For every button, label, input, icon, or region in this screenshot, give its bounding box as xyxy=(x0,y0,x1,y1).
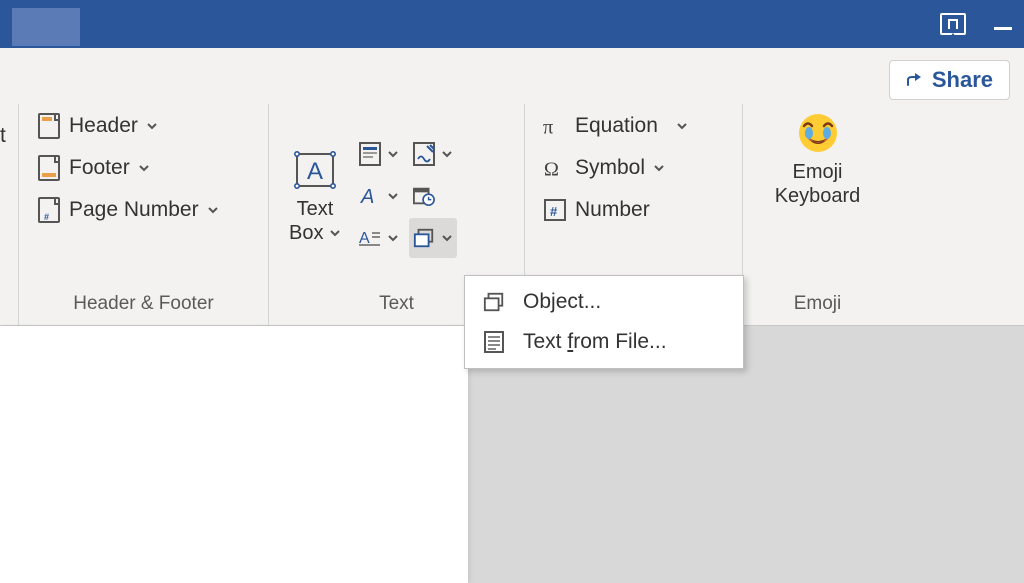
footer-button[interactable]: Footer xyxy=(31,148,225,188)
minimize-icon xyxy=(994,27,1012,30)
header-label: Header xyxy=(69,114,138,138)
document-page[interactable] xyxy=(0,326,468,583)
svg-text:A: A xyxy=(360,186,374,207)
object-dropdown: Object... Text from File... xyxy=(464,275,744,369)
chevron-down-icon xyxy=(387,190,399,202)
wordart-button[interactable]: A xyxy=(355,176,403,216)
svg-text:Ω: Ω xyxy=(544,158,559,180)
svg-text:A: A xyxy=(307,158,323,185)
emoji-label2: Keyboard xyxy=(775,184,861,208)
text-file-icon xyxy=(483,331,505,353)
group-label-header-footer: Header & Footer xyxy=(31,285,256,325)
drop-cap-icon: A xyxy=(359,227,381,249)
object-menu-label: Object... xyxy=(523,290,601,314)
equation-button[interactable]: π Equation xyxy=(537,106,694,146)
group-emoji: Emoji Keyboard Emoji xyxy=(742,104,892,325)
number-button[interactable]: # Number xyxy=(537,190,694,230)
date-time-button[interactable] xyxy=(409,176,457,216)
accent-selection xyxy=(12,8,80,46)
header-button[interactable]: Header xyxy=(31,106,225,146)
chevron-down-icon xyxy=(138,162,150,174)
quick-parts-icon xyxy=(359,143,381,165)
object-menu-item[interactable]: Object... xyxy=(465,282,743,322)
emoji-keyboard-button[interactable]: Emoji Keyboard xyxy=(767,106,869,212)
signature-icon xyxy=(413,143,435,165)
number-icon: # xyxy=(543,197,567,223)
equation-label: Equation xyxy=(575,114,658,138)
group-cutoff: t xyxy=(0,104,18,325)
chevron-down-icon xyxy=(676,120,688,132)
group-header-footer: Header Footer # Page Numb xyxy=(18,104,268,325)
object-icon xyxy=(413,227,435,249)
text-box-label2: Box xyxy=(289,221,341,245)
number-label: Number xyxy=(575,198,650,222)
page-number-button[interactable]: # Page Number xyxy=(31,190,225,230)
svg-text:π: π xyxy=(543,116,553,138)
svg-text:#: # xyxy=(550,204,558,219)
text-from-file-menu-item[interactable]: Text from File... xyxy=(465,322,743,362)
chevron-down-icon xyxy=(387,232,399,244)
svg-text:#: # xyxy=(44,212,49,222)
object-button[interactable] xyxy=(409,218,457,258)
equation-icon: π xyxy=(543,113,567,139)
drop-cap-button[interactable]: A xyxy=(355,218,403,258)
footer-label: Footer xyxy=(69,156,130,180)
symbol-button[interactable]: Ω Symbol xyxy=(537,148,694,188)
wordart-icon: A xyxy=(359,185,381,207)
chevron-down-icon xyxy=(146,120,158,132)
share-icon xyxy=(906,72,924,88)
chevron-down-icon xyxy=(653,162,665,174)
ribbon-display-icon xyxy=(940,13,966,35)
chevron-down-icon xyxy=(441,232,453,244)
share-button[interactable]: Share xyxy=(889,60,1010,100)
date-time-icon xyxy=(413,185,435,207)
chevron-down-icon xyxy=(387,148,399,160)
text-box-button[interactable]: A Text Box xyxy=(281,143,349,249)
minimize-button[interactable] xyxy=(994,19,1012,30)
page-number-label: Page Number xyxy=(69,198,199,222)
chevron-down-icon xyxy=(329,227,341,239)
header-icon xyxy=(37,113,61,139)
text-from-file-label: Text from File... xyxy=(523,330,667,354)
emoji-label1: Emoji xyxy=(792,160,842,184)
symbol-label: Symbol xyxy=(575,156,645,180)
cutoff-text: t xyxy=(0,106,6,166)
title-bar xyxy=(0,0,1024,48)
ribbon-display-options-button[interactable] xyxy=(940,13,966,35)
group-label-emoji: Emoji xyxy=(755,285,880,325)
quick-parts-button[interactable] xyxy=(355,134,403,174)
signature-line-button[interactable] xyxy=(409,134,457,174)
page-number-icon: # xyxy=(37,197,61,223)
footer-icon xyxy=(37,155,61,181)
chevron-down-icon xyxy=(441,148,453,160)
chevron-down-icon xyxy=(207,204,219,216)
text-box-label1: Text xyxy=(297,197,334,221)
share-label: Share xyxy=(932,67,993,93)
emoji-icon xyxy=(795,110,841,156)
text-box-icon: A xyxy=(292,147,338,193)
object-icon xyxy=(483,291,505,313)
symbol-icon: Ω xyxy=(543,155,567,181)
